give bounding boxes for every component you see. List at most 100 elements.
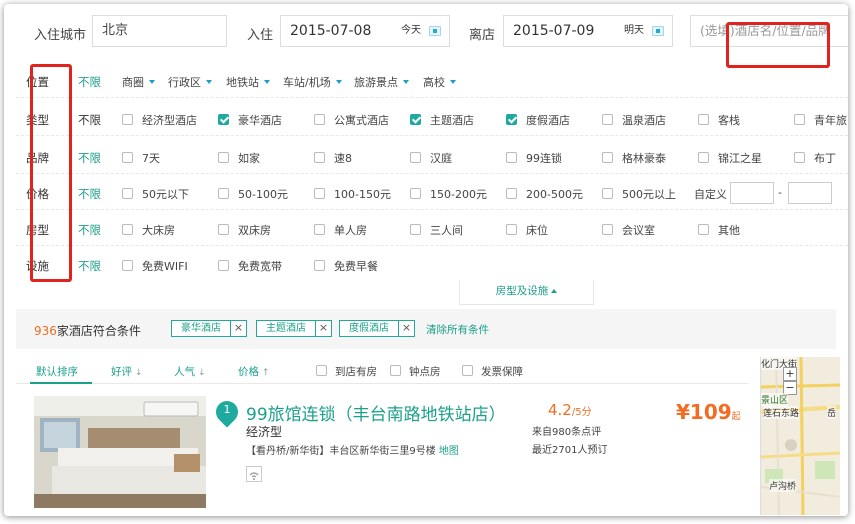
checkbox-option[interactable]: 锦江之星 (698, 150, 762, 166)
checkbox[interactable] (602, 114, 613, 125)
checkbox[interactable] (314, 188, 325, 199)
checkbox[interactable] (602, 224, 613, 235)
checkbox-option[interactable]: 布丁 (794, 150, 836, 166)
filter-all[interactable]: 不限 (78, 112, 101, 128)
checkbox-option[interactable]: 免费WIFI (122, 258, 188, 274)
dropdown-college[interactable]: 高校 (423, 74, 456, 90)
checkbox-option[interactable]: 如家 (218, 150, 260, 166)
checkbox-option[interactable]: 单人房 (314, 222, 367, 238)
close-icon[interactable]: × (315, 320, 331, 337)
filter-all[interactable]: 不限 (78, 258, 101, 274)
checkbox[interactable] (122, 224, 133, 235)
checkbox[interactable] (314, 224, 325, 235)
calendar-icon[interactable] (429, 26, 441, 36)
sort-price[interactable]: 价格 ↑ (238, 364, 270, 379)
review-count[interactable]: 来自980条点评 (532, 423, 601, 438)
checkbox-option[interactable]: 三人间 (410, 222, 463, 238)
map-link[interactable]: 地图 (439, 446, 459, 457)
checkbox-option[interactable]: 温泉酒店 (602, 112, 666, 128)
checkbox-option[interactable]: 豪华酒店 (218, 112, 282, 128)
checkbox-option[interactable]: 500元以上 (602, 186, 676, 202)
checkbox[interactable] (410, 224, 421, 235)
checkbox-option[interactable]: 速8 (314, 150, 352, 166)
checkbox-checked[interactable] (218, 114, 229, 125)
checkbox[interactable] (602, 188, 613, 199)
map-thumbnail[interactable]: 化门大街 + − 景山区 莲石东路 岳 卢沟桥 (760, 357, 840, 515)
checkbox-option[interactable]: 经济型酒店 (122, 112, 197, 128)
price-max-input[interactable] (788, 182, 832, 204)
checkbox[interactable] (316, 365, 327, 376)
checkbox-option[interactable]: 免费宽带 (218, 258, 282, 274)
checkbox[interactable] (698, 224, 709, 235)
close-icon[interactable]: × (398, 320, 414, 337)
check-available[interactable]: 到店有房 (316, 364, 377, 379)
checkbox-option[interactable]: 其他 (698, 222, 740, 238)
checkbox-option[interactable]: 双床房 (218, 222, 271, 238)
dropdown-district[interactable]: 行政区 (168, 74, 212, 90)
checkbox-option[interactable]: 会议室 (602, 222, 655, 238)
checkbox[interactable] (602, 152, 613, 163)
checkbox-option[interactable]: 格林豪泰 (602, 150, 666, 166)
checkbox[interactable] (698, 152, 709, 163)
checkbox-option[interactable]: 50元以下 (122, 186, 189, 202)
checkbox[interactable] (122, 114, 133, 125)
checkbox[interactable] (122, 260, 133, 271)
checkbox[interactable] (218, 152, 229, 163)
close-icon[interactable]: × (230, 320, 246, 337)
checkbox-checked[interactable] (506, 114, 517, 125)
checkbox[interactable] (506, 224, 517, 235)
price-min-input[interactable] (730, 182, 774, 204)
checkbox-option[interactable]: 汉庭 (410, 150, 452, 166)
checkbox[interactable] (410, 188, 421, 199)
checkbox-option[interactable]: 大床房 (122, 222, 175, 238)
city-input[interactable]: 北京 (92, 15, 227, 47)
checkbox-option[interactable]: 度假酒店 (506, 112, 570, 128)
filter-all[interactable]: 不限 (78, 150, 101, 166)
check-hourly[interactable]: 钟点房 (390, 364, 441, 379)
checkbox[interactable] (390, 365, 401, 376)
checkbox-option[interactable]: 公寓式酒店 (314, 112, 389, 128)
collapse-filters-toggle[interactable]: 房型及设施 (459, 280, 594, 305)
dropdown-station-airport[interactable]: 车站/机场 (283, 74, 342, 90)
checkbox[interactable] (218, 188, 229, 199)
hotel-name-link[interactable]: 99旅馆连锁（丰台南路地铁站店） (246, 400, 506, 425)
dropdown-attraction[interactable]: 旅游景点 (354, 74, 409, 90)
checkbox-option[interactable]: 50-100元 (218, 186, 288, 202)
checkbox[interactable] (314, 260, 325, 271)
clear-all-link[interactable]: 清除所有条件 (426, 322, 489, 337)
dropdown-subway[interactable]: 地铁站 (226, 74, 270, 90)
checkin-date-input[interactable]: 2015-07-08 今天 (280, 15, 450, 47)
checkbox[interactable] (314, 152, 325, 163)
checkbox-option[interactable]: 150-200元 (410, 186, 487, 202)
filter-all[interactable]: 不限 (78, 186, 101, 202)
checkbox[interactable] (122, 188, 133, 199)
checkbox-option[interactable]: 200-500元 (506, 186, 583, 202)
checkbox[interactable] (506, 152, 517, 163)
sort-popularity[interactable]: 人气 ↓ (174, 364, 206, 379)
checkbox[interactable] (122, 152, 133, 163)
checkbox-option[interactable]: 客栈 (698, 112, 740, 128)
checkbox-option[interactable]: 100-150元 (314, 186, 391, 202)
checkbox-option[interactable]: 青年旅 (794, 112, 847, 128)
checkbox[interactable] (462, 365, 473, 376)
checkbox[interactable] (698, 114, 709, 125)
checkbox[interactable] (314, 114, 325, 125)
sort-default[interactable]: 默认排序 (36, 364, 78, 379)
checkbox[interactable] (410, 152, 421, 163)
calendar-icon[interactable] (652, 26, 664, 36)
filter-all[interactable]: 不限 (78, 74, 101, 90)
checkout-date-input[interactable]: 2015-07-09 明天 (503, 15, 673, 47)
checkbox-option[interactable]: 主题酒店 (410, 112, 474, 128)
checkbox-option[interactable]: 床位 (506, 222, 548, 238)
filter-all[interactable]: 不限 (78, 222, 101, 238)
checkbox[interactable] (506, 188, 517, 199)
dropdown-business-area[interactable]: 商圈 (122, 74, 155, 90)
checkbox-option[interactable]: 免费早餐 (314, 258, 378, 274)
checkbox[interactable] (218, 224, 229, 235)
check-invoice[interactable]: 发票保障 (462, 364, 523, 379)
zoom-in-button[interactable]: + (783, 367, 797, 381)
checkbox[interactable] (794, 152, 805, 163)
checkbox-option[interactable]: 7天 (122, 150, 160, 166)
checkbox-option[interactable]: 99连锁 (506, 150, 562, 166)
checkbox[interactable] (794, 114, 805, 125)
